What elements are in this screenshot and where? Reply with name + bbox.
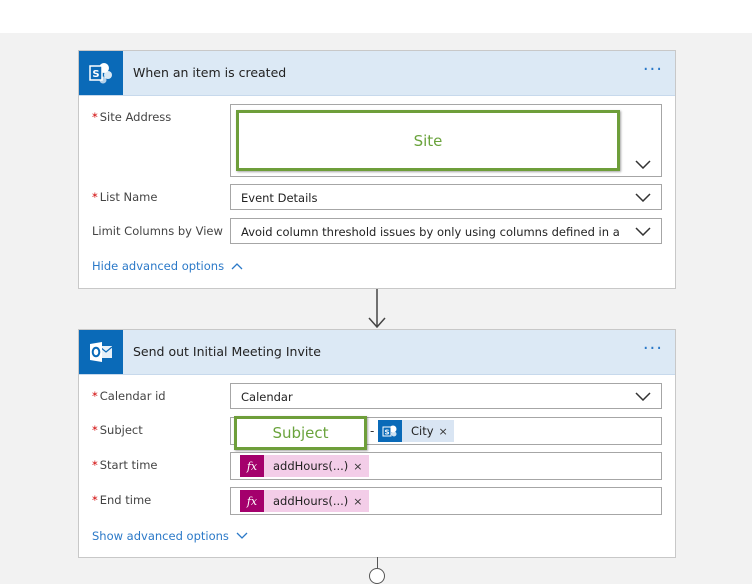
trigger-card: S When an item is created ··· * Site Addr…: [78, 50, 676, 289]
list-name-dropdown[interactable]: Event Details: [230, 184, 662, 210]
add-hours-token-label: addHours(...): [273, 494, 349, 508]
chevron-up-icon: [231, 263, 243, 270]
arrow-down-icon: [368, 289, 386, 329]
list-name-label: * List Name: [92, 190, 157, 204]
calendar-id-value: Calendar: [241, 390, 293, 404]
list-name-value: Event Details: [241, 191, 318, 205]
limit-columns-dropdown[interactable]: Avoid column threshold issues by only us…: [230, 218, 662, 244]
add-hours-token[interactable]: fx addHours(...) ×: [240, 490, 369, 512]
required-marker: *: [92, 190, 98, 204]
subject-value: Subject: [272, 424, 329, 442]
site-address-value: Site: [413, 131, 443, 150]
fx-icon: fx: [240, 455, 264, 477]
chevron-down-icon[interactable]: [635, 227, 651, 236]
subject-label-text: Subject: [99, 423, 143, 437]
chevron-down-icon[interactable]: [635, 392, 651, 401]
show-advanced-options-link[interactable]: Show advanced options: [92, 529, 248, 543]
close-icon[interactable]: ×: [439, 425, 454, 438]
end-time-label-text: End time: [99, 493, 152, 507]
trigger-card-header[interactable]: S When an item is created ···: [79, 51, 675, 96]
subject-separator: -: [370, 424, 375, 438]
list-name-label-text: List Name: [99, 190, 158, 204]
required-marker: *: [92, 389, 98, 403]
calendar-id-dropdown[interactable]: Calendar: [230, 383, 662, 409]
show-advanced-options-label: Show advanced options: [92, 529, 229, 543]
limit-columns-value: Avoid column threshold issues by only us…: [241, 225, 619, 239]
hide-advanced-options-link[interactable]: Hide advanced options: [92, 259, 243, 273]
chevron-down-icon[interactable]: [635, 160, 651, 169]
city-token[interactable]: S City ×: [378, 420, 454, 442]
calendar-id-label: * Calendar id: [92, 389, 166, 403]
required-marker: *: [92, 493, 98, 507]
required-marker: *: [92, 423, 98, 437]
start-time-label: * Start time: [92, 458, 157, 472]
site-address-label: * Site Address: [92, 110, 171, 124]
chevron-down-icon[interactable]: [635, 193, 651, 202]
end-time-label: * End time: [92, 493, 151, 507]
more-options-icon[interactable]: ···: [643, 61, 663, 79]
svg-text:S: S: [92, 69, 99, 80]
add-hours-token[interactable]: fx addHours(...) ×: [240, 455, 369, 477]
required-marker: *: [92, 110, 98, 124]
trigger-card-title: When an item is created: [133, 65, 287, 80]
action-card: Send out Initial Meeting Invite ··· * Cal…: [78, 329, 676, 558]
hide-advanced-options-label: Hide advanced options: [92, 259, 225, 273]
plus-circle-icon[interactable]: [369, 568, 385, 584]
city-token-label: City: [411, 424, 434, 438]
add-hours-token-label: addHours(...): [273, 459, 349, 473]
subject-label: * Subject: [92, 423, 143, 437]
connector-line: [377, 557, 378, 568]
close-icon[interactable]: ×: [353, 460, 368, 473]
fx-icon: fx: [240, 490, 264, 512]
outlook-icon: [79, 330, 123, 374]
svg-text:S: S: [384, 429, 389, 437]
end-time-field[interactable]: fx addHours(...) ×: [230, 487, 662, 515]
close-icon[interactable]: ×: [353, 495, 368, 508]
calendar-id-label-text: Calendar id: [99, 389, 166, 403]
sharepoint-icon: S: [79, 51, 123, 95]
more-options-icon[interactable]: ···: [643, 340, 663, 358]
required-marker: *: [92, 458, 98, 472]
start-time-field[interactable]: fx addHours(...) ×: [230, 452, 662, 480]
top-bar: [0, 0, 752, 33]
limit-columns-label: Limit Columns by View: [92, 224, 223, 238]
subject-value-highlight[interactable]: Subject: [234, 416, 367, 450]
action-card-header[interactable]: Send out Initial Meeting Invite ···: [79, 330, 675, 375]
chevron-down-icon: [236, 532, 248, 539]
sharepoint-icon: S: [378, 420, 402, 442]
site-address-label-text: Site Address: [99, 110, 172, 124]
site-address-value-highlight[interactable]: Site: [236, 110, 620, 171]
start-time-label-text: Start time: [99, 458, 158, 472]
action-card-title: Send out Initial Meeting Invite: [133, 344, 321, 359]
